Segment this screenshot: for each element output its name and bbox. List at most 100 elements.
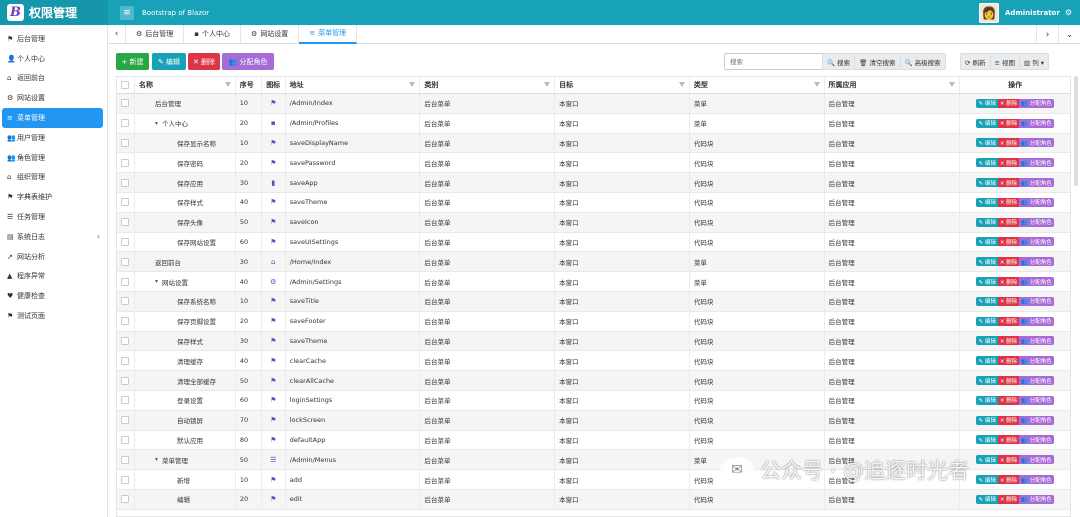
expand-caret-icon[interactable]: ▾	[155, 120, 158, 127]
table-row[interactable]: 保存样式 30 ⚑ saveTheme 后台菜单 本窗口 代码块 后台管理 ✎ 编辑 ✕ 删除 👥 …	[117, 331, 1070, 352]
row-checkbox[interactable]	[121, 416, 130, 425]
row-assign-role-button[interactable]: 👥 分配角色	[1019, 257, 1054, 267]
advanced-search-button[interactable]: 🔍 高级搜索	[899, 54, 945, 69]
row-checkbox[interactable]	[121, 475, 130, 484]
table-row[interactable]: 后台管理 10 ⚑/Admin/Index 后台菜单 本窗口 菜单 后台管理 ✎ 编辑 ✕ 删除…	[117, 94, 1070, 114]
tab-next-icon[interactable]: ›	[1036, 25, 1058, 44]
table-row[interactable]: 清理全部缓存 50 ⚑ clearAllCache 后台菜单 本窗口 代码块 后台管理 ✎ 编辑…	[117, 371, 1070, 391]
row-checkbox[interactable]	[121, 138, 130, 147]
row-assign-role-button[interactable]: 👥 分配角色	[1019, 178, 1054, 188]
sidebar-item-8[interactable]: ⚑ 字典表维护	[0, 187, 104, 207]
select-all-checkbox[interactable]	[121, 81, 130, 89]
row-assign-role-button[interactable]: 👥 分配角色	[1019, 118, 1054, 128]
row-edit-button[interactable]: ✎ 编辑	[976, 257, 998, 267]
col-header-app[interactable]: 所属应用	[825, 77, 961, 93]
row-checkbox[interactable]	[121, 237, 130, 246]
row-edit-button[interactable]: ✎ 编辑	[976, 336, 998, 346]
row-checkbox[interactable]	[121, 198, 130, 207]
table-row[interactable]: 登录设置 60 ⚑ loginSettings 后台菜单 本窗口 代码块 后台管理 ✎ 编辑 ✕ …	[117, 390, 1070, 411]
row-edit-button[interactable]: ✎ 编辑	[976, 455, 998, 465]
row-delete-button[interactable]: ✕ 删除	[997, 197, 1020, 207]
row-delete-button[interactable]: ✕ 删除	[997, 277, 1020, 287]
table-row[interactable]: ▾ 个人中心 20 ▪/Admin/Profiles 后台菜单 本窗口 菜单 后台管理 ✎ 编辑…	[117, 113, 1070, 134]
col-header-seq[interactable]: 序号	[236, 77, 262, 93]
table-row[interactable]: 默认应用 80 ⚑ defaultApp 后台菜单 本窗口 代码块 后台管理 ✎ 编辑 ✕ 删除 👥…	[117, 430, 1070, 451]
sidebar-item-0[interactable]: ⚑ 后台管理	[0, 29, 104, 49]
filter-icon[interactable]	[813, 82, 820, 87]
filter-icon[interactable]	[678, 82, 685, 87]
search-button[interactable]: 🔍 搜索	[823, 54, 854, 69]
row-assign-role-button[interactable]: 👥 分配角色	[1019, 494, 1054, 504]
sidebar-item-12[interactable]: ▲ 程序异常	[0, 267, 104, 287]
row-delete-button[interactable]: ✕ 删除	[997, 494, 1020, 504]
row-checkbox-cell[interactable]	[117, 351, 135, 371]
row-checkbox-cell[interactable]	[117, 272, 135, 291]
row-checkbox-cell[interactable]	[117, 291, 135, 311]
row-edit-button[interactable]: ✎ 编辑	[976, 98, 998, 108]
col-header-addr[interactable]: 地址	[286, 77, 421, 93]
user-gear-icon[interactable]: ⚙	[1065, 8, 1072, 17]
row-delete-button[interactable]: ✕ 删除	[997, 475, 1020, 485]
row-edit-button[interactable]: ✎ 编辑	[976, 197, 998, 207]
row-edit-button[interactable]: ✎ 编辑	[976, 395, 998, 405]
col-header-name[interactable]: 名称	[135, 77, 236, 93]
row-checkbox-cell[interactable]	[117, 470, 135, 489]
table-scrollbar[interactable]	[1074, 76, 1078, 186]
table-row[interactable]: 保存头像 50 ⚑ saveIcon 后台菜单 本窗口 代码块 后台管理 ✎ 编辑 ✕ 删除 👥 分…	[117, 212, 1070, 233]
filter-icon[interactable]	[949, 82, 956, 87]
row-delete-button[interactable]: ✕ 删除	[997, 376, 1020, 386]
table-row[interactable]: 保存显示名称 10 ⚑ saveDisplayName 后台菜单 本窗口 代码块 后台管理 ✎ …	[117, 133, 1070, 154]
sidebar-item-10[interactable]: ▤ 系统日志 ‹	[0, 227, 104, 247]
sidebar-item-13[interactable]: ♥ 健康检查	[0, 286, 104, 306]
row-assign-role-button[interactable]: 👥 分配角色	[1019, 138, 1054, 148]
row-checkbox[interactable]	[121, 435, 130, 444]
row-edit-button[interactable]: ✎ 编辑	[976, 217, 998, 227]
row-assign-role-button[interactable]: 👥 分配角色	[1019, 197, 1054, 207]
row-delete-button[interactable]: ✕ 删除	[997, 257, 1020, 267]
row-delete-button[interactable]: ✕ 删除	[997, 138, 1020, 148]
sidebar-item-6[interactable]: 👥 角色管理	[0, 148, 104, 168]
sidebar-item-4[interactable]: ≡ 菜单管理	[2, 108, 103, 128]
row-checkbox[interactable]	[121, 99, 130, 108]
table-row[interactable]: 保存页脚设置 20 ⚑ saveFooter 后台菜单 本窗口 代码块 后台管理 ✎ 编辑 ✕ 删…	[117, 311, 1070, 332]
row-checkbox[interactable]	[121, 158, 130, 167]
row-checkbox-cell[interactable]	[117, 212, 135, 232]
row-checkbox-cell[interactable]	[117, 311, 135, 331]
row-assign-role-button[interactable]: 👥 分配角色	[1019, 395, 1054, 405]
row-checkbox-cell[interactable]	[117, 232, 135, 252]
row-assign-role-button[interactable]: 👥 分配角色	[1019, 356, 1054, 366]
row-edit-button[interactable]: ✎ 编辑	[976, 415, 998, 425]
row-edit-button[interactable]: ✎ 编辑	[976, 277, 998, 287]
row-delete-button[interactable]: ✕ 删除	[997, 415, 1020, 425]
row-checkbox-cell[interactable]	[117, 489, 135, 509]
row-checkbox-cell[interactable]	[117, 390, 135, 410]
new-button[interactable]: + 新建	[116, 53, 149, 70]
row-delete-button[interactable]: ✕ 删除	[997, 435, 1020, 445]
row-checkbox-cell[interactable]	[117, 192, 135, 212]
user-name[interactable]: Administrator	[1005, 9, 1060, 17]
table-row[interactable]: ▾ 网站设置 40 ⚙/Admin/Settings 后台菜单 本窗口 菜单 后台管理 ✎ 编辑…	[117, 272, 1070, 292]
row-edit-button[interactable]: ✎ 编辑	[976, 118, 998, 128]
sidebar-item-3[interactable]: ⚙ 网站设置	[0, 88, 104, 108]
row-edit-button[interactable]: ✎ 编辑	[976, 158, 998, 168]
row-delete-button[interactable]: ✕ 删除	[997, 395, 1020, 405]
row-edit-button[interactable]: ✎ 编辑	[976, 356, 998, 366]
table-row[interactable]: 保存应用 30 ▮ saveApp 后台菜单 本窗口 代码块 后台管理 ✎ 编辑 ✕ 删除 👥 分配…	[117, 173, 1070, 193]
row-edit-button[interactable]: ✎ 编辑	[976, 178, 998, 188]
filter-icon[interactable]	[544, 82, 551, 87]
tab-prev-icon[interactable]: ‹	[108, 24, 126, 44]
sidebar-item-9[interactable]: ☰ 任务管理	[0, 207, 104, 227]
row-assign-role-button[interactable]: 👥 分配角色	[1019, 475, 1054, 485]
tab-0[interactable]: ⚙ 后台管理	[126, 24, 185, 44]
row-edit-button[interactable]: ✎ 编辑	[976, 296, 998, 306]
row-checkbox-cell[interactable]	[117, 113, 135, 133]
expand-caret-icon[interactable]: ▾	[155, 456, 158, 463]
col-header-icon[interactable]: 图标	[262, 77, 286, 93]
table-row[interactable]: 保存样式 40 ⚑ saveTheme 后台菜单 本窗口 代码块 后台管理 ✎ 编辑 ✕ 删除 👥 …	[117, 192, 1070, 213]
row-checkbox[interactable]	[121, 336, 130, 345]
row-checkbox[interactable]	[121, 277, 130, 286]
row-assign-role-button[interactable]: 👥 分配角色	[1019, 455, 1054, 465]
row-checkbox-cell[interactable]	[117, 371, 135, 390]
row-edit-button[interactable]: ✎ 编辑	[976, 494, 998, 504]
table-row[interactable]: 保存系统名称 10 ⚑ saveTitle 后台菜单 本窗口 代码块 后台管理 ✎ 编辑 ✕ 删除…	[117, 291, 1070, 312]
